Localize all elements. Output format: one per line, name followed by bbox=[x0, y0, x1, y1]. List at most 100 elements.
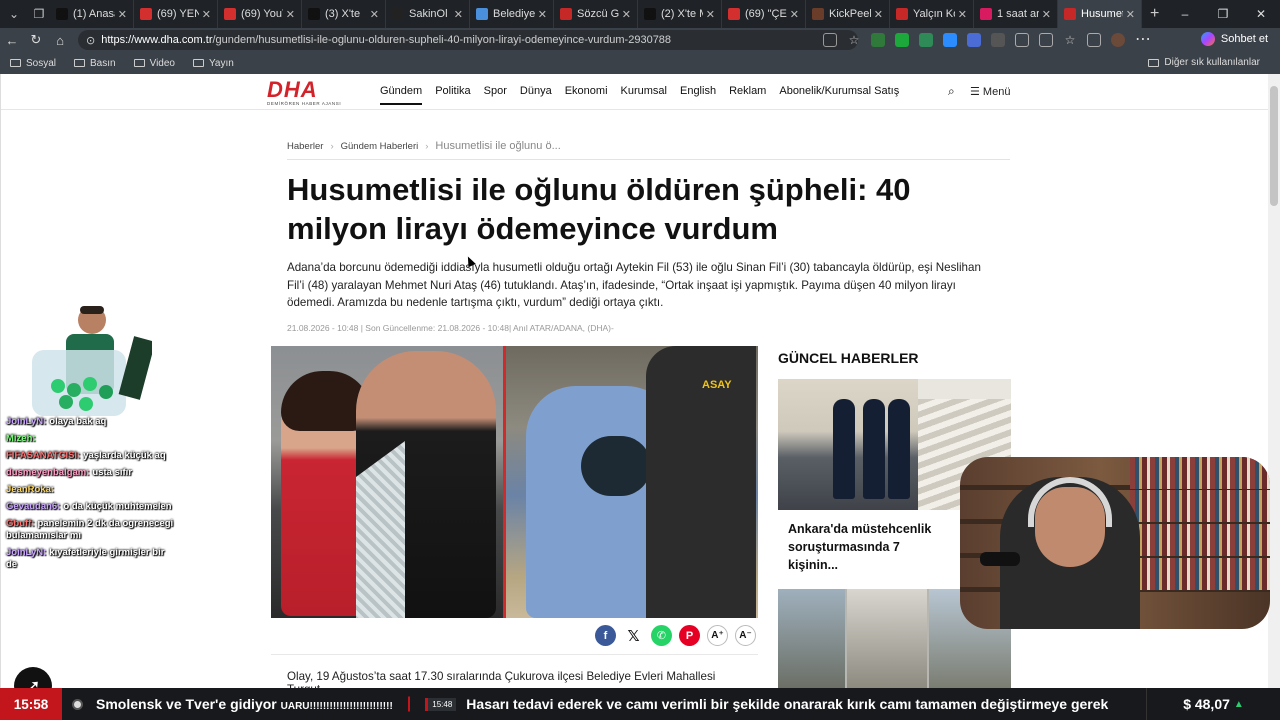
search-icon[interactable]: ⌕ bbox=[948, 84, 955, 99]
browser-tab[interactable]: SakinOl Hab✕ bbox=[386, 0, 470, 28]
folder-icon bbox=[193, 59, 204, 67]
font-decrease-icon[interactable]: A⁻ bbox=[735, 625, 756, 646]
site-header: DHA DEMİRÖREN HABER AJANSI Gündem Politik… bbox=[1, 74, 1268, 110]
breadcrumb-category[interactable]: Gündem Haberleri bbox=[341, 141, 419, 152]
extension-icon-5[interactable] bbox=[967, 33, 981, 47]
browser-tab[interactable]: Husumetlisi✕ bbox=[1058, 0, 1142, 28]
tab-title: KickPeek - R bbox=[829, 8, 871, 20]
news-card-title[interactable]: Ankara'da müstehcenlik soruşturmasında 7… bbox=[778, 510, 962, 572]
other-bookmarks[interactable]: Diğer sık kullanılanlar bbox=[1148, 57, 1260, 68]
whatsapp-icon[interactable]: ✆ bbox=[651, 625, 672, 646]
tab-favicon-icon bbox=[392, 8, 404, 20]
minimize-icon[interactable]: – bbox=[1166, 7, 1204, 21]
close-tab-icon[interactable]: ✕ bbox=[874, 8, 883, 21]
pinterest-icon[interactable]: P bbox=[679, 625, 700, 646]
reader-icon[interactable] bbox=[823, 33, 837, 47]
extension-icon-4[interactable] bbox=[943, 33, 957, 47]
browser-tab[interactable]: (1) Anasayfa✕ bbox=[50, 0, 134, 28]
close-tab-icon[interactable]: ✕ bbox=[1126, 8, 1135, 21]
divider bbox=[271, 654, 758, 655]
photo-right: ASAY bbox=[506, 346, 758, 618]
extension-icon-2[interactable] bbox=[895, 33, 909, 47]
chat-username: JoinLyN: bbox=[6, 547, 47, 558]
x-icon[interactable]: 𝕏 bbox=[623, 625, 644, 646]
extensions-puzzle-icon[interactable] bbox=[1015, 33, 1029, 47]
article-image[interactable]: ASAY bbox=[271, 346, 758, 618]
usd-rate: $ 48,07 ▲ bbox=[1146, 688, 1280, 720]
chevron-right-icon: › bbox=[425, 140, 429, 152]
reload-icon[interactable]: ↻ bbox=[24, 32, 48, 48]
tab-list-icon[interactable]: ⌄ bbox=[3, 3, 25, 25]
workspaces-icon[interactable]: ❐ bbox=[28, 3, 50, 25]
close-tab-icon[interactable]: ✕ bbox=[958, 8, 967, 21]
close-tab-icon[interactable]: ✕ bbox=[202, 8, 211, 21]
split-screen-icon[interactable] bbox=[1039, 33, 1053, 47]
browser-tab[interactable]: (2) X'te MOD✕ bbox=[638, 0, 722, 28]
address-bar-row: ← ↻ ⌂ ⊙ https://www.dha.com.tr/gundem/hu… bbox=[0, 28, 1280, 52]
maximize-icon[interactable]: ❐ bbox=[1204, 7, 1242, 21]
url-field[interactable]: ⊙ https://www.dha.com.tr/gundem/husumetl… bbox=[78, 30, 858, 50]
tab-favicon-icon bbox=[728, 8, 740, 20]
browser-tab[interactable]: Yalçın Koşulu✕ bbox=[890, 0, 974, 28]
extension-icon-3[interactable] bbox=[919, 33, 933, 47]
bookmark-folder[interactable]: Video bbox=[133, 58, 175, 69]
close-tab-icon[interactable]: ✕ bbox=[538, 8, 547, 21]
menu-item[interactable]: Dünya bbox=[520, 85, 552, 105]
menu-item[interactable]: Abonelik/Kurumsal Satış bbox=[779, 85, 899, 105]
close-tab-icon[interactable]: ✕ bbox=[118, 8, 127, 21]
browser-tab[interactable]: (69) YouTube✕ bbox=[218, 0, 302, 28]
ticker-item-2: Hasarı tedavi ederek ve camı verimli bir… bbox=[466, 696, 1109, 712]
extension-icon-1[interactable] bbox=[871, 33, 885, 47]
menu-item[interactable]: Kurumsal bbox=[621, 85, 667, 105]
profile-avatar[interactable] bbox=[1111, 33, 1125, 47]
favorite-star-icon[interactable]: ☆ bbox=[847, 33, 861, 47]
close-tab-icon[interactable]: ✕ bbox=[622, 8, 631, 21]
collections-icon[interactable] bbox=[1087, 33, 1101, 47]
scrollbar-thumb[interactable] bbox=[1270, 86, 1278, 206]
main-menu: Gündem Politika Spor Dünya Ekonomi Kurumsal En… bbox=[380, 85, 912, 105]
menu-button[interactable]: ☰ Menü bbox=[970, 85, 1010, 98]
browser-tab[interactable]: 1 saat arayla✕ bbox=[974, 0, 1058, 28]
browser-tab[interactable]: Belediye baş✕ bbox=[470, 0, 554, 28]
menu-item[interactable]: Spor bbox=[484, 85, 507, 105]
menu-item[interactable]: English bbox=[680, 85, 716, 105]
close-tab-icon[interactable]: ✕ bbox=[370, 8, 379, 21]
close-tab-icon[interactable]: ✕ bbox=[454, 8, 463, 21]
new-tab-button[interactable]: + bbox=[1150, 5, 1159, 23]
close-tab-icon[interactable]: ✕ bbox=[286, 8, 295, 21]
streamer-overlay bbox=[32, 306, 152, 416]
menu-item[interactable]: Politika bbox=[435, 85, 470, 105]
tab-title: (3) X'te bbox=[325, 8, 361, 20]
extension-icon-6[interactable] bbox=[991, 33, 1005, 47]
bookmark-folder[interactable]: Yayın bbox=[193, 58, 234, 69]
browser-tab[interactable]: (69) "ÇERÇEV✕ bbox=[722, 0, 806, 28]
browser-tab[interactable]: (3) X'te ✕ bbox=[302, 0, 386, 28]
site-info-icon[interactable]: ⊙ bbox=[86, 34, 95, 47]
browser-tab[interactable]: Sözcü Gazete✕ bbox=[554, 0, 638, 28]
close-window-icon[interactable]: ✕ bbox=[1242, 7, 1280, 21]
close-tab-icon[interactable]: ✕ bbox=[1042, 8, 1051, 21]
breadcrumb-home[interactable]: Haberler bbox=[287, 141, 323, 152]
more-options-icon[interactable]: ⋯ bbox=[1135, 32, 1151, 48]
menu-item[interactable]: Ekonomi bbox=[565, 85, 608, 105]
browser-tab[interactable]: KickPeek - R✕ bbox=[806, 0, 890, 28]
favorites-icon[interactable]: ☆ bbox=[1063, 33, 1077, 47]
font-increase-icon[interactable]: A⁺ bbox=[707, 625, 728, 646]
close-tab-icon[interactable]: ✕ bbox=[706, 8, 715, 21]
chat-text: o da küçük muhtemelen bbox=[63, 501, 172, 512]
bookmark-folder[interactable]: Basın bbox=[74, 58, 116, 69]
copilot-chat-button[interactable]: Sohbet et bbox=[1200, 32, 1268, 46]
back-icon[interactable]: ← bbox=[0, 33, 24, 48]
chevron-right-icon: › bbox=[330, 140, 334, 152]
folder-icon bbox=[1148, 58, 1160, 67]
tab-title: 1 saat arayla bbox=[997, 8, 1039, 20]
window-controls: – ❐ ✕ bbox=[1166, 0, 1280, 28]
bookmark-folder[interactable]: Sosyal bbox=[10, 58, 56, 69]
browser-tab[interactable]: (69) YENİ Pa✕ bbox=[134, 0, 218, 28]
dha-logo[interactable]: DHA DEMİRÖREN HABER AJANSI bbox=[267, 79, 347, 107]
menu-item[interactable]: Gündem bbox=[380, 85, 423, 105]
home-icon[interactable]: ⌂ bbox=[48, 33, 72, 48]
menu-item[interactable]: Reklam bbox=[729, 85, 766, 105]
facebook-icon[interactable]: f bbox=[595, 625, 616, 646]
close-tab-icon[interactable]: ✕ bbox=[790, 8, 799, 21]
